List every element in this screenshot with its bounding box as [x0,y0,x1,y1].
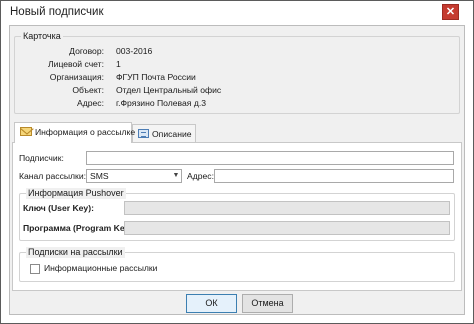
user-key-input [124,201,450,215]
organization-label: Организация: [49,72,104,82]
tab-description-label: Описание [152,129,192,139]
pushover-group: Информация Pushover Ключ (User Key): Про… [19,188,455,241]
close-icon: ✕ [445,6,456,18]
subscriber-label: Подписчик: [19,153,64,163]
contract-label: Договор: [69,46,104,56]
address-value: г.Фрязино Полевая д.3 [116,98,207,108]
card-legend: Карточка [21,31,63,42]
channel-address-input[interactable] [214,169,454,183]
subscriptions-group: Подписки на рассылки Информационные расс… [19,247,455,282]
cancel-button[interactable]: Отмена [242,294,293,313]
ok-button[interactable]: ОК [186,294,237,313]
object-label: Объект: [72,85,104,95]
tab-panel-mailing-info: Подписчик: Канал рассылки: SMS ▼ Адрес: … [12,142,462,291]
chevron-down-icon[interactable]: ▼ [171,170,181,182]
dialog-body: Карточка Договор: 003-2016 Лицевой счет:… [9,25,465,315]
dialog-window: Новый подписчик ✕ Карточка Договор: 003-… [0,0,474,324]
pushover-legend: Информация Pushover [26,188,126,199]
title-bar[interactable]: Новый подписчик ✕ [1,1,473,25]
subscriptions-legend: Подписки на рассылки [26,247,125,258]
subscriber-input[interactable] [86,151,454,165]
card-group: Карточка Договор: 003-2016 Лицевой счет:… [14,31,460,114]
object-value: Отдел Центральный офис [116,85,222,95]
program-key-input [124,221,450,235]
contract-value: 003-2016 [116,46,153,56]
info-mailings-checkbox[interactable] [30,264,40,274]
user-key-label: Ключ (User Key): [23,203,94,213]
tab-mailing-info[interactable]: Информация о рассылке [14,122,136,143]
description-icon [138,129,149,138]
organization-value: ФГУП Почта России [116,72,196,82]
channel-select-value: SMS [90,171,109,181]
window-title: Новый подписчик [10,6,104,18]
channel-address-label: Адрес: [187,171,214,181]
program-key-label: Программа (Program Key): [23,223,136,233]
tab-mailing-info-label: Информация о рассылке [35,127,136,137]
channel-select[interactable]: SMS ▼ [86,169,182,183]
close-button[interactable]: ✕ [442,4,459,20]
account-value: 1 [116,59,121,69]
tab-description[interactable]: Описание [132,124,196,143]
info-mailings-label: Информационные рассылки [44,263,158,273]
channel-label: Канал рассылки: [19,171,87,181]
envelope-icon [20,127,32,136]
account-label: Лицевой счет: [48,59,104,69]
address-label: Адрес: [77,98,104,108]
